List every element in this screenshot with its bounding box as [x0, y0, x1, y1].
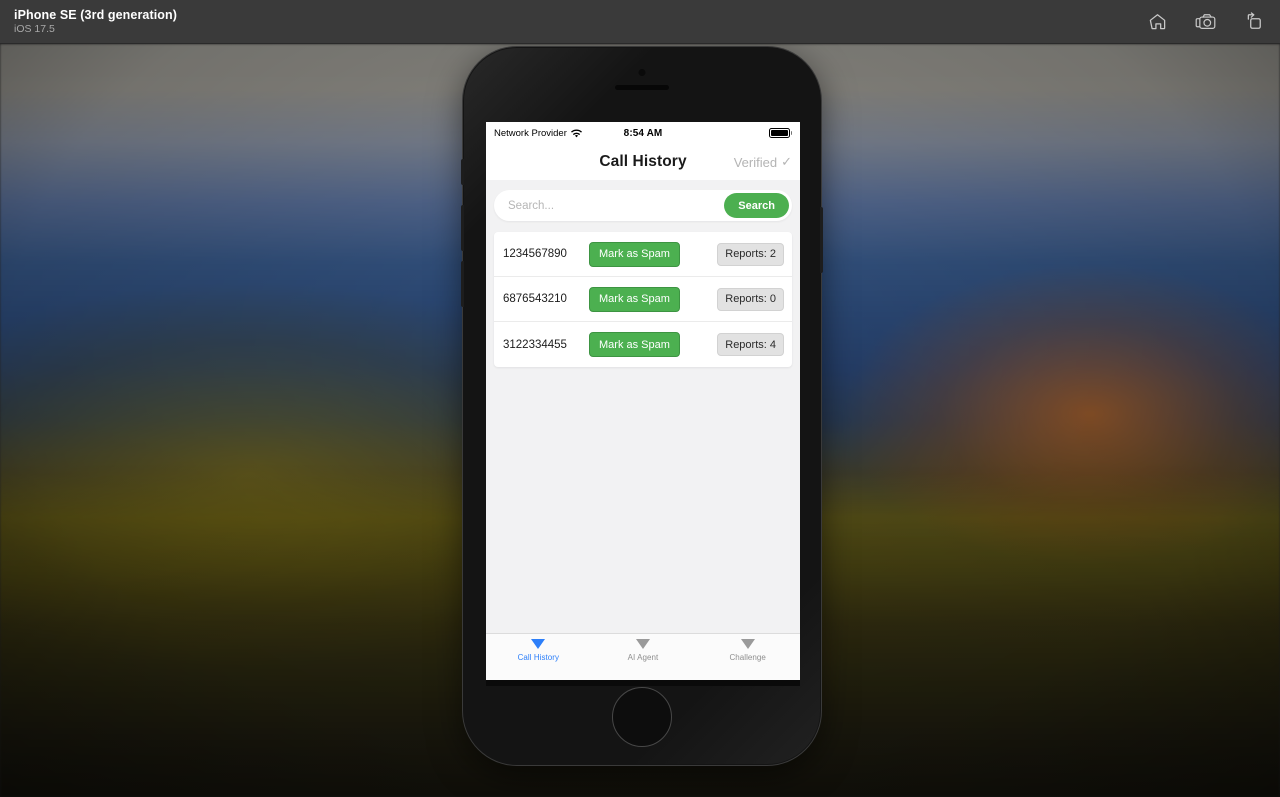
phone-number-label: 6876543210 [503, 293, 567, 305]
earpiece-speaker [615, 85, 669, 90]
phone-number-label: 3122334455 [503, 338, 567, 351]
call-history-list: 1234567890 Mark as Spam Reports: 2 68765… [494, 232, 792, 367]
bottom-tab-bar: Call History AI Agent Challenge [486, 633, 800, 680]
search-button[interactable]: Search [724, 193, 789, 218]
verified-label: Verified [733, 154, 778, 170]
volume-down-button[interactable] [461, 261, 464, 307]
app-content: Search 1234567890 Mark as Spam Reports: … [486, 180, 800, 633]
power-button[interactable] [820, 207, 823, 273]
reports-badge: Reports: 4 [717, 333, 784, 356]
page-title: Call History [599, 153, 687, 170]
app-header: Call History Verified ✓ [486, 144, 800, 180]
device-info: iPhone SE (3rd generation) iOS 17.5 [14, 8, 177, 34]
mark-as-spam-button[interactable]: Mark as Spam [589, 286, 680, 312]
search-bar: Search [494, 190, 792, 221]
volume-up-button[interactable] [461, 205, 464, 251]
battery-full-icon [768, 128, 790, 138]
wifi-icon [570, 128, 582, 138]
tab-label: Challenge [729, 653, 766, 662]
tab-challenge[interactable]: Challenge [695, 639, 800, 662]
table-row[interactable]: 6876543210 Mark as Spam Reports: 0 [494, 277, 792, 322]
check-icon: ✓ [781, 154, 792, 169]
triangle-down-icon [636, 639, 650, 649]
mark-as-spam-button[interactable]: Mark as Spam [589, 332, 680, 357]
home-button[interactable] [612, 687, 672, 747]
carrier-label: Network Provider [494, 127, 567, 139]
device-name-label: iPhone SE (3rd generation) [14, 8, 178, 23]
carrier-group: Network Provider [494, 128, 582, 139]
table-row[interactable]: 1234567890 Mark as Spam Reports: 2 [494, 232, 792, 277]
mark-as-spam-button[interactable]: Mark as Spam [589, 241, 680, 267]
triangle-down-icon [531, 639, 546, 649]
tab-label: Call History [517, 653, 560, 662]
reports-badge: Reports: 2 [717, 242, 784, 266]
tab-call-history[interactable]: Call History [486, 639, 591, 662]
battery-tip [790, 131, 792, 135]
device-os-label: iOS 17.5 [14, 22, 55, 35]
phone-number-label: 1234567890 [503, 248, 567, 260]
status-bar-right [768, 128, 792, 138]
triangle-down-icon [740, 639, 755, 649]
simulator-desktop: iPhone SE (3rd generation) iOS 17.5 Netw… [0, 0, 1280, 797]
table-row[interactable]: 3122334455 Mark as Spam Reports: 4 [494, 322, 792, 367]
screen-bottom-bezel [486, 680, 800, 686]
silent-switch[interactable] [461, 159, 464, 185]
search-input[interactable] [494, 190, 725, 221]
home-icon[interactable] [1146, 11, 1168, 33]
rotate-device-icon[interactable] [1242, 11, 1264, 33]
ios-status-bar: Network Provider 8:54 AM [486, 122, 800, 144]
reports-badge: Reports: 0 [717, 287, 784, 311]
toolbar-actions [1146, 11, 1264, 33]
verified-status-badge: Verified ✓ [734, 154, 792, 170]
front-camera-icon [638, 69, 646, 76]
simulated-device: Network Provider 8:54 AM Call History Ve… [461, 47, 823, 765]
simulator-toolbar: iPhone SE (3rd generation) iOS 17.5 [0, 0, 1280, 44]
tab-ai-agent[interactable]: AI Agent [591, 639, 696, 662]
tab-label: AI Agent [627, 653, 659, 662]
device-screen: Network Provider 8:54 AM Call History Ve… [486, 122, 800, 680]
screenshot-camera-icon[interactable] [1194, 11, 1216, 33]
